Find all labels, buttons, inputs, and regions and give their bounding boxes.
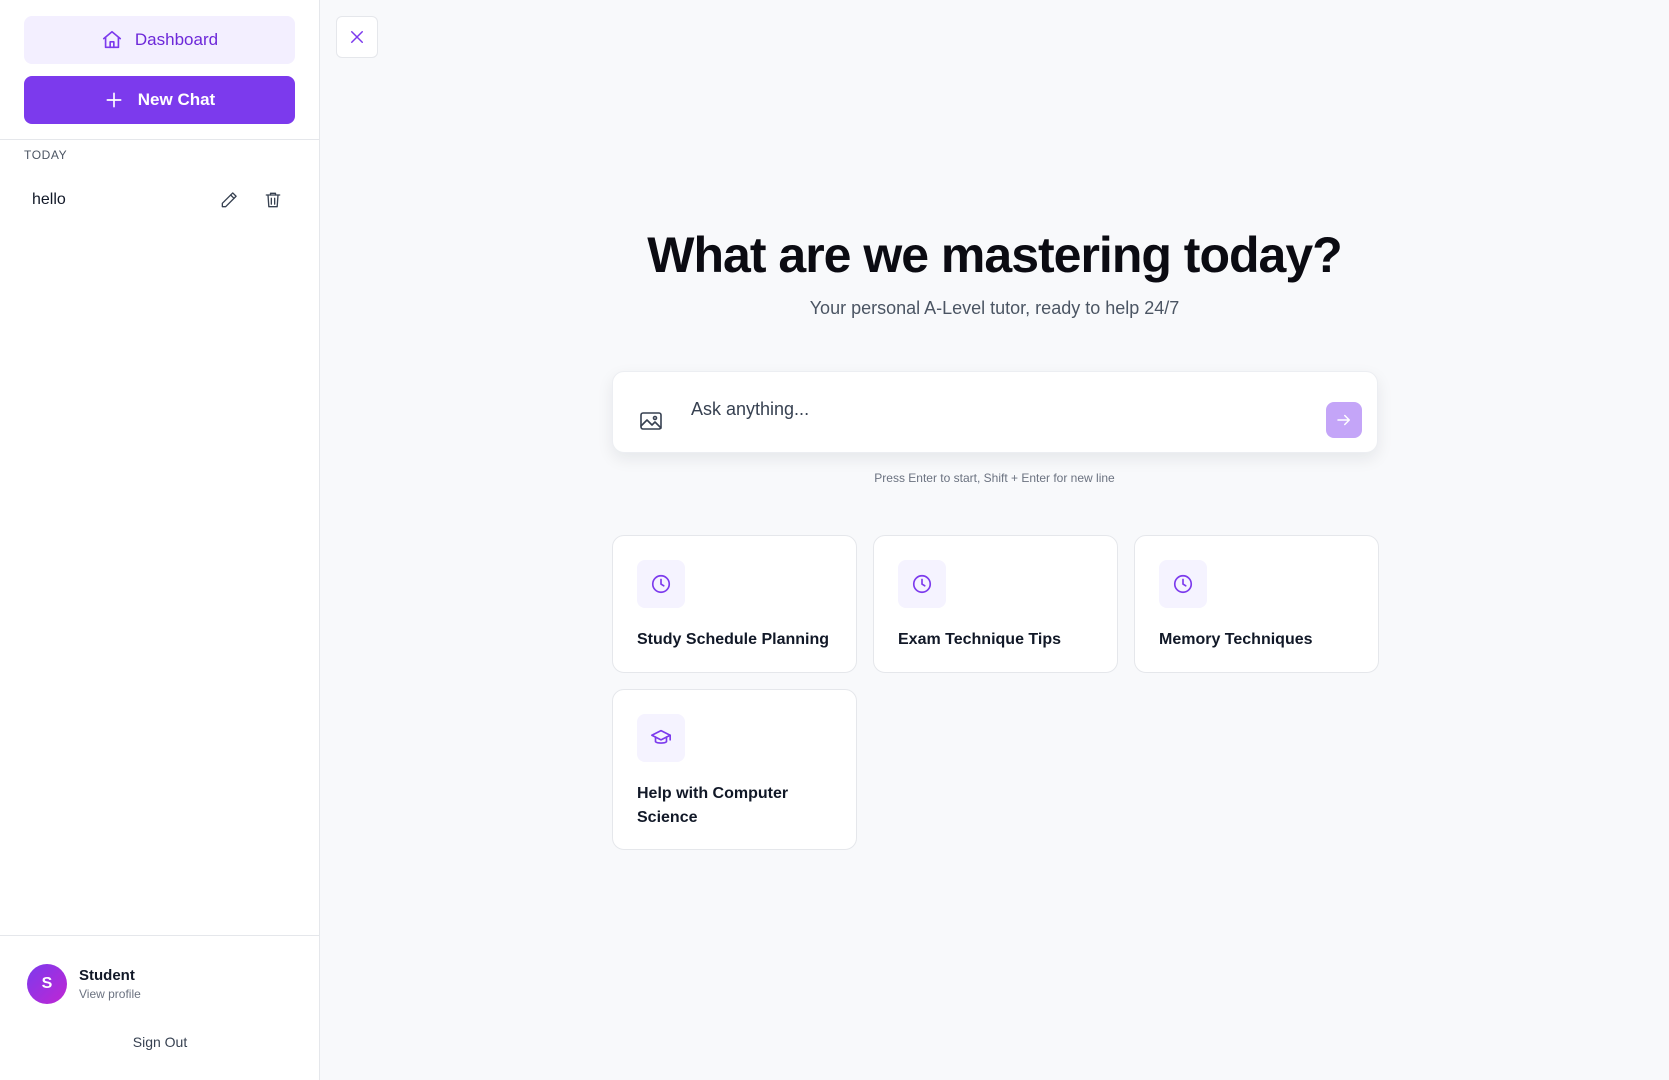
send-button[interactable]: [1326, 402, 1362, 438]
suggestion-label: Exam Technique Tips: [898, 631, 1062, 648]
new-chat-button[interactable]: New Chat: [24, 76, 295, 124]
dashboard-label: Dashboard: [134, 30, 219, 49]
view-profile-link[interactable]: View profile: [79, 987, 141, 1001]
close-sidebar-button[interactable]: [336, 16, 378, 58]
delete-chat-button[interactable]: [257, 184, 289, 216]
home-icon: [101, 29, 123, 51]
ask-input[interactable]: [691, 394, 1291, 424]
chat-input-box: [612, 371, 1378, 453]
plus-icon: [104, 90, 124, 110]
sidebar-divider: [0, 139, 320, 140]
clock-icon: [637, 560, 685, 608]
clock-icon: [898, 560, 946, 608]
pencil-icon: [221, 192, 237, 208]
suggestion-label: Study Schedule Planning: [637, 631, 830, 648]
sign-out-button[interactable]: Sign Out: [0, 1034, 320, 1050]
suggestion-card-computer-science[interactable]: Help with Computer Science: [612, 689, 857, 850]
suggestion-label: Help with Computer Science: [637, 785, 789, 826]
sidebar-footer-divider: [0, 935, 320, 936]
section-label-today: TODAY: [24, 148, 68, 162]
input-hint: Press Enter to start, Shift + Enter for …: [874, 471, 1115, 485]
attach-image-button[interactable]: [639, 410, 665, 434]
suggestion-card-exam-technique[interactable]: Exam Technique Tips: [873, 535, 1118, 673]
chat-title: hello: [32, 191, 66, 208]
clock-icon: [1159, 560, 1207, 608]
profile-text: Student View profile: [79, 967, 141, 1001]
profile-name: Student: [79, 967, 135, 984]
edit-chat-button[interactable]: [213, 184, 245, 216]
arrow-right-icon: [1337, 414, 1350, 426]
new-chat-label: New Chat: [137, 90, 216, 109]
avatar: S: [27, 964, 67, 1004]
suggestion-label: Memory Techniques: [1159, 631, 1313, 648]
page-subtitle: Your personal A-Level tutor, ready to he…: [809, 298, 1180, 318]
dashboard-button[interactable]: Dashboard: [24, 16, 295, 64]
chat-history-item[interactable]: hello: [24, 182, 295, 218]
sidebar: Dashboard New Chat TODAY hello S Student…: [0, 0, 320, 1080]
trash-icon: [265, 192, 281, 208]
suggestion-card-memory-techniques[interactable]: Memory Techniques: [1134, 535, 1379, 673]
image-icon: [640, 412, 662, 430]
page-title: What are we mastering today?: [647, 227, 1342, 283]
close-icon: [351, 31, 363, 43]
suggestion-card-study-schedule[interactable]: Study Schedule Planning: [612, 535, 857, 673]
graduation-cap-icon: [637, 714, 685, 762]
profile-button[interactable]: S Student View profile: [27, 964, 141, 1004]
